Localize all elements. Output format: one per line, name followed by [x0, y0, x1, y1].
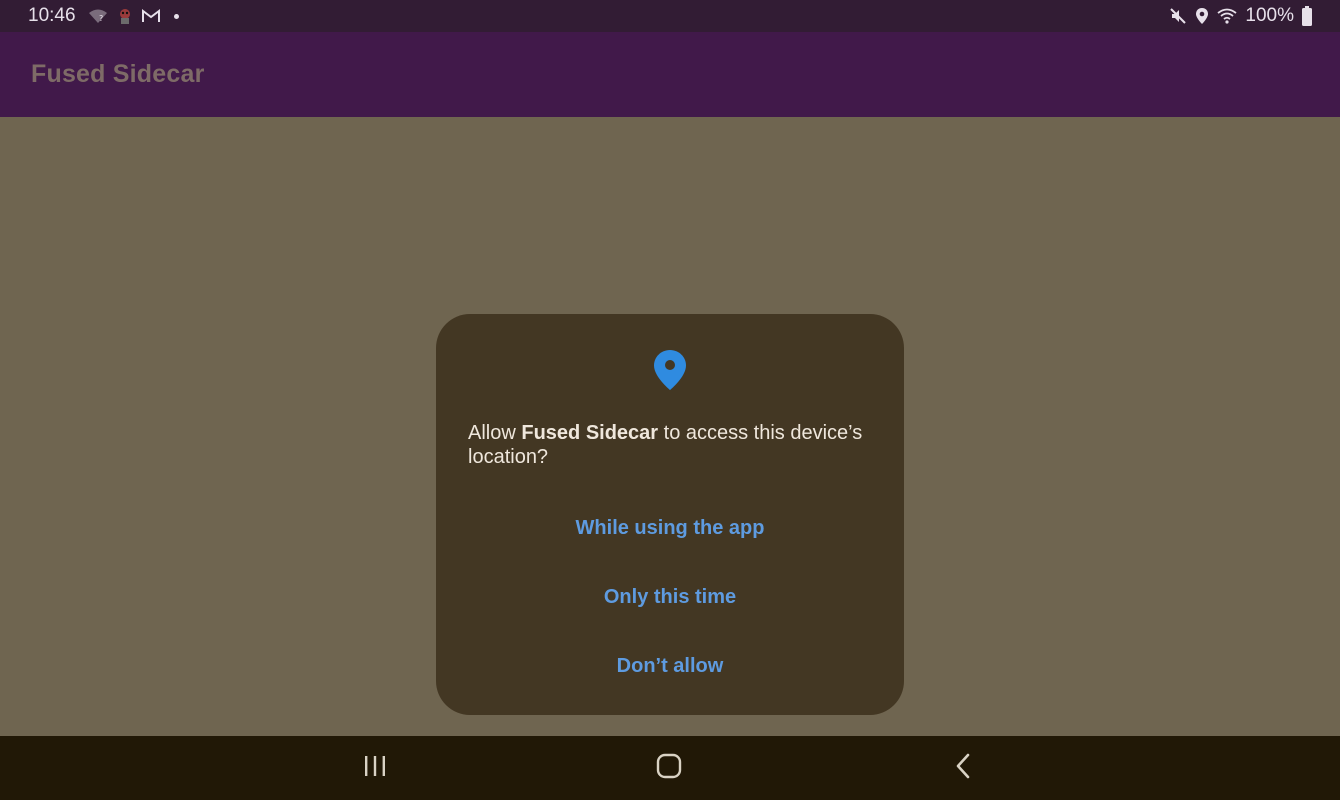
app-bar: Fused Sidecar [0, 32, 1340, 117]
battery-icon [1302, 6, 1312, 26]
home-icon [656, 753, 682, 784]
back-button[interactable] [933, 748, 993, 788]
while-using-app-button[interactable]: While using the app [436, 508, 904, 548]
recents-button[interactable] [345, 748, 405, 788]
message-prefix: Allow [468, 422, 522, 444]
only-this-time-button[interactable]: Only this time [436, 577, 904, 617]
wifi-icon [1217, 8, 1237, 24]
gmail-icon [141, 9, 160, 23]
more-notifications-dot [173, 13, 179, 19]
status-bar-left: 10:46 ? [28, 5, 179, 27]
location-permission-dialog: Allow Fused Sidecar to access this devic… [436, 314, 904, 715]
svg-text:?: ? [99, 14, 103, 23]
dont-allow-button[interactable]: Don’t allow [436, 646, 904, 686]
status-bar-right: 100% [1169, 5, 1312, 27]
dialog-message: Allow Fused Sidecar to access this devic… [468, 421, 868, 469]
status-time: 10:46 [28, 5, 76, 26]
navigation-bar [0, 736, 1340, 800]
wifi-question-icon: ? [88, 8, 108, 24]
home-button[interactable] [639, 748, 699, 788]
message-app-name: Fused Sidecar [521, 422, 659, 444]
location-icon [1195, 7, 1209, 25]
recents-icon [363, 755, 387, 782]
back-icon [955, 753, 971, 784]
mute-icon [1169, 7, 1187, 25]
status-bar: 10:46 ? 100% [0, 0, 1340, 32]
location-pin-icon [652, 348, 688, 392]
app-title: Fused Sidecar [31, 60, 205, 88]
battery-percentage: 100% [1245, 5, 1294, 26]
app-notification-icon [116, 7, 134, 25]
